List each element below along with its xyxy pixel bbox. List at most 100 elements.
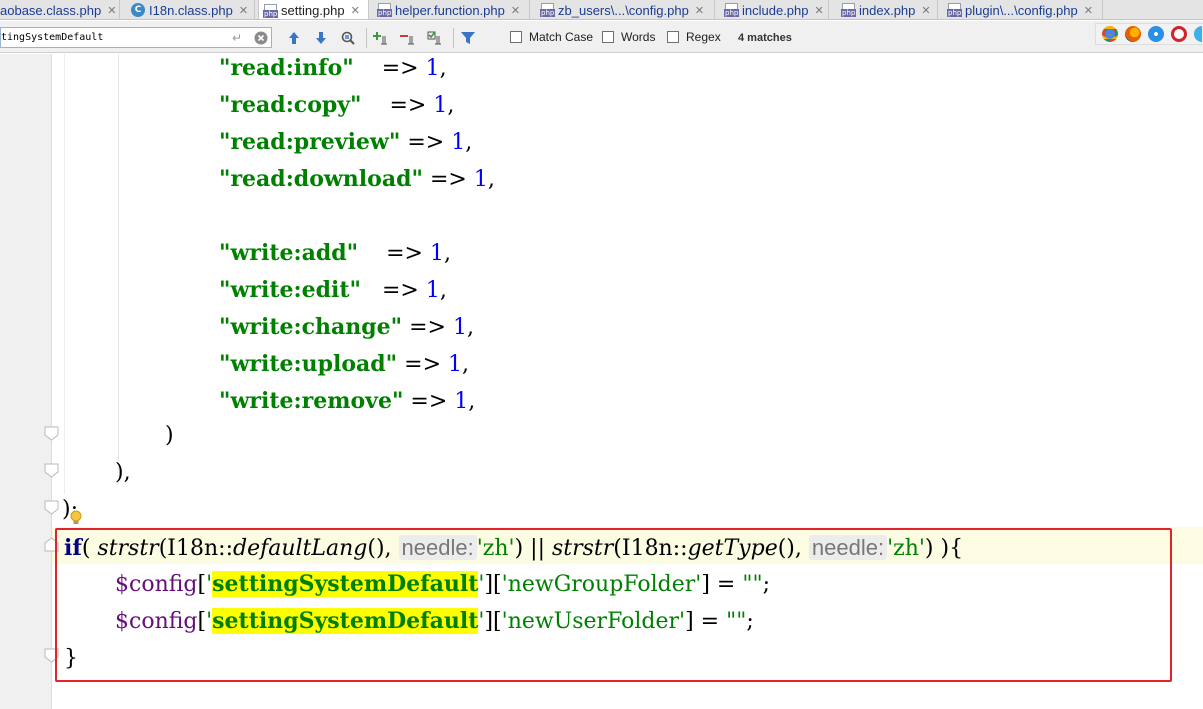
select-all-occurrences-icon[interactable] [426,29,444,47]
code-line: ), [115,460,131,485]
checkbox-box[interactable] [510,31,522,43]
tab-aobase-class[interactable]: aobase.class.php ✕ [0,0,120,19]
code-line: ) [165,423,174,448]
tab-i18n-class[interactable]: C I18n.class.php ✕ [127,0,255,19]
intention-bulb-icon[interactable] [70,510,82,526]
fold-marker-icon[interactable] [44,500,59,515]
tab-zb-users-config[interactable]: zb_users\...\config.php ✕ [536,0,715,19]
array-value: 1 [433,93,448,118]
array-value: 1 [429,241,444,266]
array-value: 1 [473,167,488,192]
code-line: "read:copy" => 1, [219,92,455,118]
find-toolbar: tingSystemDefault ↵ Match Case Words Reg… [0,21,1203,53]
find-all-icon[interactable] [339,29,357,47]
opera-icon[interactable] [1171,26,1187,42]
tab-label: setting.php [281,3,345,18]
ie-icon[interactable] [1194,26,1202,42]
indent-guide [64,54,65,494]
chrome-icon[interactable] [1102,26,1118,42]
array-value: 1 [454,389,469,414]
php-file-icon [841,3,857,17]
tab-helper-function[interactable]: helper.function.php ✕ [373,0,530,19]
array-key: "read:info" [219,55,354,81]
regex-checkbox[interactable]: Regex [667,30,721,44]
words-checkbox[interactable]: Words [602,30,655,44]
arrow-operator: => [389,93,427,118]
code-line: "read:info" => 1, [219,55,447,81]
tab-label: include.php [742,2,809,18]
close-icon[interactable]: ✕ [511,4,520,17]
array-key: "write:add" [219,240,359,266]
previous-occurrence-icon[interactable] [285,29,303,47]
browser-preview-bar [1095,23,1203,45]
tab-setting-php[interactable]: setting.php ✕ [258,0,369,19]
firefox-icon[interactable] [1125,26,1141,42]
arrow-operator: => [386,241,423,266]
arrow-operator: => [407,130,445,155]
code-line: "read:download" => 1, [219,166,495,192]
tab-label: I18n.class.php [149,2,233,18]
array-key: "write:edit" [219,277,361,303]
close-icon[interactable]: ✕ [239,4,248,17]
tab-label: plugin\...\config.php [965,2,1078,18]
tab-include-php[interactable]: include.php ✕ [720,0,829,19]
tab-plugin-config[interactable]: plugin\...\config.php ✕ [943,0,1103,19]
toolbar-separator [453,28,454,48]
code-line: "write:change" => 1, [219,314,474,340]
array-value: 1 [425,278,440,303]
safari-icon[interactable] [1148,26,1164,42]
php-file-icon [724,3,740,17]
tab-label: helper.function.php [395,2,505,18]
clear-search-icon[interactable] [252,29,270,47]
next-occurrence-icon[interactable] [312,29,330,47]
arrow-operator: => [409,315,446,340]
close-icon[interactable]: ✕ [351,4,360,17]
array-value: 1 [451,130,466,155]
filter-icon[interactable] [459,29,477,47]
checkbox-box[interactable] [667,31,679,43]
array-key: "write:remove" [219,388,404,414]
add-occurrence-icon[interactable] [372,29,390,47]
class-file-icon: C [131,3,145,17]
php-file-icon [947,3,963,17]
array-key: "read:copy" [219,92,362,118]
editor-tab-bar: aobase.class.php ✕ C I18n.class.php ✕ se… [0,0,1203,20]
close-icon[interactable]: ✕ [107,4,116,17]
php-file-icon [377,3,393,17]
array-key: "write:upload" [219,351,398,377]
array-value: 1 [448,352,463,377]
words-label: Words [621,30,656,44]
code-line: "write:remove" => 1, [219,388,476,414]
close-icon[interactable]: ✕ [695,4,704,17]
close-icon[interactable]: ✕ [815,4,824,17]
match-case-checkbox[interactable]: Match Case [510,30,593,44]
annotation-box [55,528,1172,682]
close-icon[interactable]: ✕ [1084,4,1093,17]
match-count: 4 matches [738,32,792,44]
code-line: "write:upload" => 1, [219,351,470,377]
indent-guide [118,54,119,469]
remove-occurrence-icon[interactable] [399,29,417,47]
fold-marker-icon[interactable] [44,426,59,441]
history-icon[interactable]: ↵ [228,29,246,47]
array-value: 1 [425,56,440,81]
regex-label: Regex [686,30,721,44]
tab-index-php[interactable]: index.php ✕ [837,0,938,19]
array-key: "read:download" [219,166,423,192]
close-icon[interactable]: ✕ [921,4,930,17]
arrow-operator: => [429,167,467,192]
array-value: 1 [453,315,467,340]
tab-label: index.php [859,2,916,18]
code-line: "write:edit" => 1, [219,277,447,303]
array-key: "read:preview" [219,129,401,155]
code-editor[interactable]: "read:info" => 1, "read:copy" => 1, "rea… [0,54,1203,709]
code-line: "read:preview" => 1, [219,129,473,155]
arrow-operator: => [404,352,442,377]
checkbox-box[interactable] [602,31,614,43]
array-key: "write:change" [219,314,403,340]
editor-gutter [0,54,52,709]
php-file-icon [263,3,279,18]
fold-marker-icon[interactable] [44,463,59,478]
match-case-label: Match Case [529,30,594,44]
tab-label: aobase.class.php [0,2,102,18]
